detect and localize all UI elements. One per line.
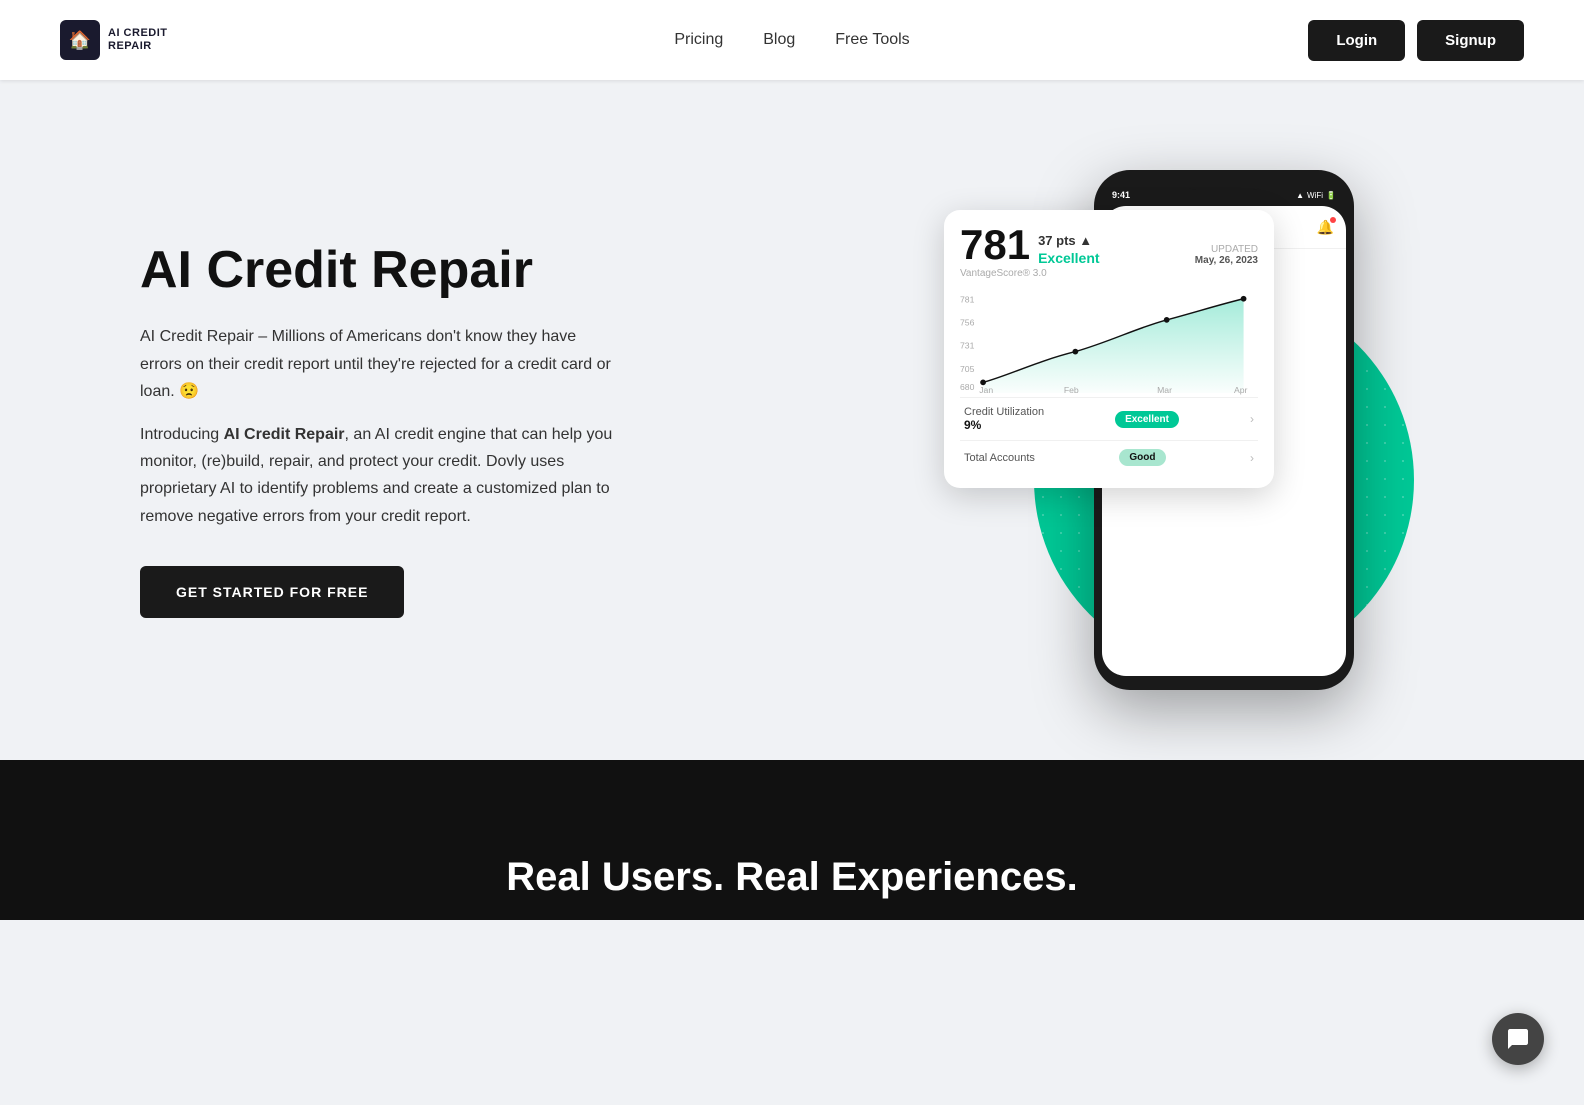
footer-heading: Real Users. Real Experiences.: [506, 855, 1077, 900]
navbar: 🏠 AI CREDIT REPAIR Pricing Blog Free Too…: [0, 0, 1584, 80]
chart-area-fill: [983, 299, 1244, 393]
score-number: 781: [960, 224, 1030, 266]
svg-text:781: 781: [960, 295, 975, 305]
svg-text:Mar: Mar: [1157, 385, 1172, 395]
score-main-row: 781 37 pts ▲ Excellent UPDATED May, 26, …: [960, 224, 1258, 266]
accounts-chevron-icon: ›: [1250, 451, 1254, 465]
navbar-actions: Login Signup: [1308, 20, 1524, 61]
hero-desc2-prefix: Introducing: [140, 426, 224, 443]
vantage-score-label: VantageScore® 3.0: [960, 268, 1258, 279]
nav-free-tools[interactable]: Free Tools: [835, 31, 909, 49]
phone-bell-icon: 🔔: [1317, 219, 1334, 236]
svg-text:756: 756: [960, 318, 975, 328]
total-accounts-info: Total Accounts: [964, 452, 1035, 464]
hero-content: AI Credit Repair AI Credit Repair – Mill…: [140, 242, 620, 618]
hero-section: AI Credit Repair AI Credit Repair – Mill…: [0, 80, 1584, 760]
updated-label: UPDATED: [1108, 244, 1258, 255]
score-updated: UPDATED May, 26, 2023: [1108, 244, 1258, 266]
logo[interactable]: 🏠 AI CREDIT REPAIR: [60, 20, 168, 60]
nav-links: Pricing Blog Free Tools: [674, 31, 909, 49]
nav-pricing[interactable]: Pricing: [674, 31, 723, 49]
phone-status-bar: 9:41 ▲WiFi🔋: [1102, 190, 1346, 200]
phone-status-icons: ▲WiFi🔋: [1296, 191, 1336, 200]
logo-icon: 🏠: [60, 20, 100, 60]
signup-button[interactable]: Signup: [1417, 20, 1524, 61]
credit-utilization-info: Credit Utilization 9%: [964, 406, 1044, 432]
utilization-chevron-icon: ›: [1250, 412, 1254, 426]
score-pts-block: 37 pts ▲ Excellent: [1038, 233, 1099, 266]
utilization-badge: Excellent: [1115, 411, 1179, 428]
credit-utilization-row: Credit Utilization 9% Excellent ›: [960, 397, 1258, 440]
logo-text: AI CREDIT REPAIR: [108, 27, 168, 53]
score-chart: 781 756 731 705 680: [960, 287, 1258, 397]
chart-point-mar: [1164, 317, 1170, 323]
accounts-badge: Good: [1119, 449, 1165, 466]
svg-text:705: 705: [960, 364, 975, 374]
svg-text:680: 680: [960, 382, 975, 392]
chart-point-feb: [1072, 349, 1078, 355]
phone-time: 9:41: [1112, 190, 1130, 200]
score-pts: 37 pts ▲: [1038, 233, 1099, 248]
chart-point-apr: [1241, 296, 1247, 302]
login-button[interactable]: Login: [1308, 20, 1405, 61]
score-rating: Excellent: [1038, 250, 1099, 266]
hero-desc2: Introducing AI Credit Repair, an AI cred…: [140, 421, 620, 530]
notification-dot: [1330, 217, 1336, 223]
footer-section: Real Users. Real Experiences.: [0, 760, 1584, 920]
chat-icon: [1506, 1027, 1530, 1051]
hero-brand-bold: AI Credit Repair: [224, 426, 345, 443]
total-accounts-row: Total Accounts Good ›: [960, 440, 1258, 474]
hero-visual: 9:41 ▲WiFi🔋 🌿 🔔 781: [1004, 170, 1444, 690]
total-accounts-label: Total Accounts: [964, 452, 1035, 464]
score-chart-svg: 781 756 731 705 680: [960, 287, 1258, 397]
updated-date: May, 26, 2023: [1108, 255, 1258, 266]
svg-text:731: 731: [960, 341, 975, 351]
chat-bubble[interactable]: [1492, 1013, 1544, 1065]
phone-notch: [1184, 170, 1264, 190]
hero-title: AI Credit Repair: [140, 242, 620, 299]
svg-text:Jan: Jan: [979, 385, 993, 395]
hero-desc1: AI Credit Repair – Millions of Americans…: [140, 323, 620, 405]
svg-text:Apr: Apr: [1234, 385, 1248, 395]
score-card: 781 37 pts ▲ Excellent UPDATED May, 26, …: [944, 210, 1274, 488]
credit-utilization-value: 9%: [964, 418, 1044, 432]
nav-blog[interactable]: Blog: [763, 31, 795, 49]
svg-text:Feb: Feb: [1064, 385, 1079, 395]
svg-text:🏠: 🏠: [69, 30, 91, 50]
credit-utilization-label: Credit Utilization: [964, 406, 1044, 418]
cta-button[interactable]: GET STARTED FOR FREE: [140, 566, 404, 618]
